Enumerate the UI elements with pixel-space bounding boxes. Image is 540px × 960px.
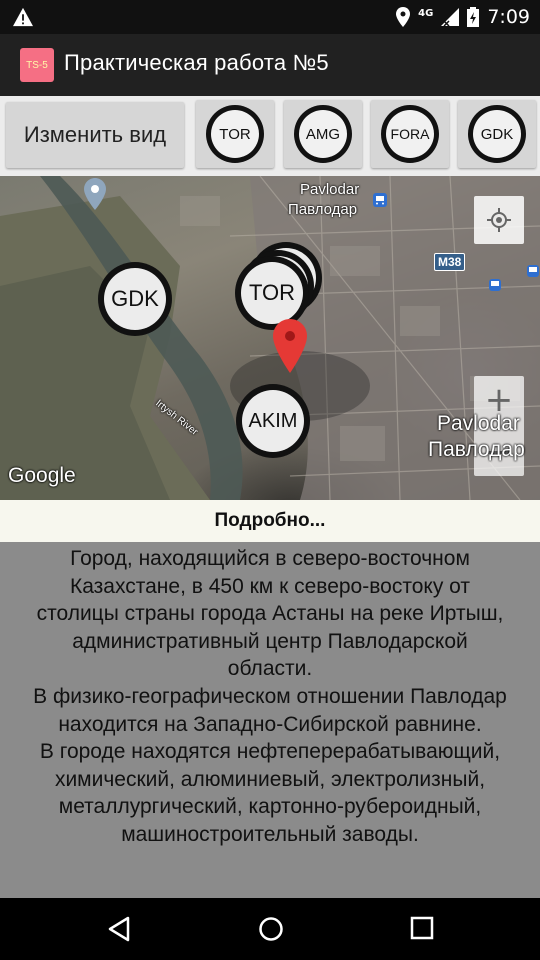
my-location-button[interactable] bbox=[474, 196, 524, 244]
map-marker-gdk[interactable]: GDK bbox=[98, 262, 172, 336]
amg-button[interactable]: AMG bbox=[284, 100, 362, 168]
bus-icon bbox=[527, 265, 539, 277]
clock: 7:09 bbox=[487, 6, 530, 28]
recent-apps-icon[interactable] bbox=[410, 916, 434, 940]
city-label-en-right: Pavlodar bbox=[437, 412, 520, 435]
map-view[interactable]: Pavlodar Павлодар M38 Irtysh River GDK T… bbox=[0, 176, 540, 500]
app-title: Практическая работа №5 bbox=[64, 50, 329, 75]
toolbar: Изменить вид TOR AMG FORA GDK bbox=[0, 96, 540, 176]
signal-icon bbox=[441, 8, 460, 26]
crosshair-icon bbox=[487, 208, 511, 232]
app-bar: TS-5 Практическая работа №5 bbox=[0, 34, 540, 96]
warning-icon bbox=[13, 7, 33, 27]
details-header: Подробно... bbox=[0, 500, 540, 542]
description-text: Город, находящийся в северо-восточном Ка… bbox=[0, 542, 540, 898]
amg-icon: AMG bbox=[294, 105, 352, 163]
network-type: 4G bbox=[418, 7, 434, 19]
battery-icon bbox=[467, 7, 480, 27]
bus-icon bbox=[489, 279, 501, 291]
navigation-bar bbox=[0, 898, 540, 960]
app-logo: TS-5 bbox=[20, 48, 54, 82]
tor-button[interactable]: TOR bbox=[196, 100, 274, 168]
tor-icon: TOR bbox=[206, 105, 264, 163]
map-marker-akim[interactable]: AKIM bbox=[236, 384, 310, 458]
map-pin-icon[interactable] bbox=[273, 319, 307, 373]
fora-button[interactable]: FORA bbox=[371, 100, 449, 168]
road-shield: M38 bbox=[434, 253, 466, 271]
train-station-icon bbox=[373, 193, 387, 207]
city-label-en: Pavlodar bbox=[300, 181, 360, 198]
google-logo: Google bbox=[8, 464, 76, 487]
status-bar: 4G 7:09 bbox=[0, 0, 540, 34]
gdk-icon: GDK bbox=[468, 105, 526, 163]
location-icon bbox=[396, 7, 411, 27]
home-icon[interactable] bbox=[258, 916, 284, 942]
city-label-ru-right: Павлодар bbox=[428, 438, 525, 461]
back-icon[interactable] bbox=[106, 916, 132, 942]
city-label-ru: Павлодар bbox=[288, 201, 358, 218]
change-view-button[interactable]: Изменить вид bbox=[6, 102, 184, 168]
pin-icon bbox=[84, 178, 106, 210]
gdk-button[interactable]: GDK bbox=[458, 100, 536, 168]
fora-icon: FORA bbox=[381, 105, 439, 163]
